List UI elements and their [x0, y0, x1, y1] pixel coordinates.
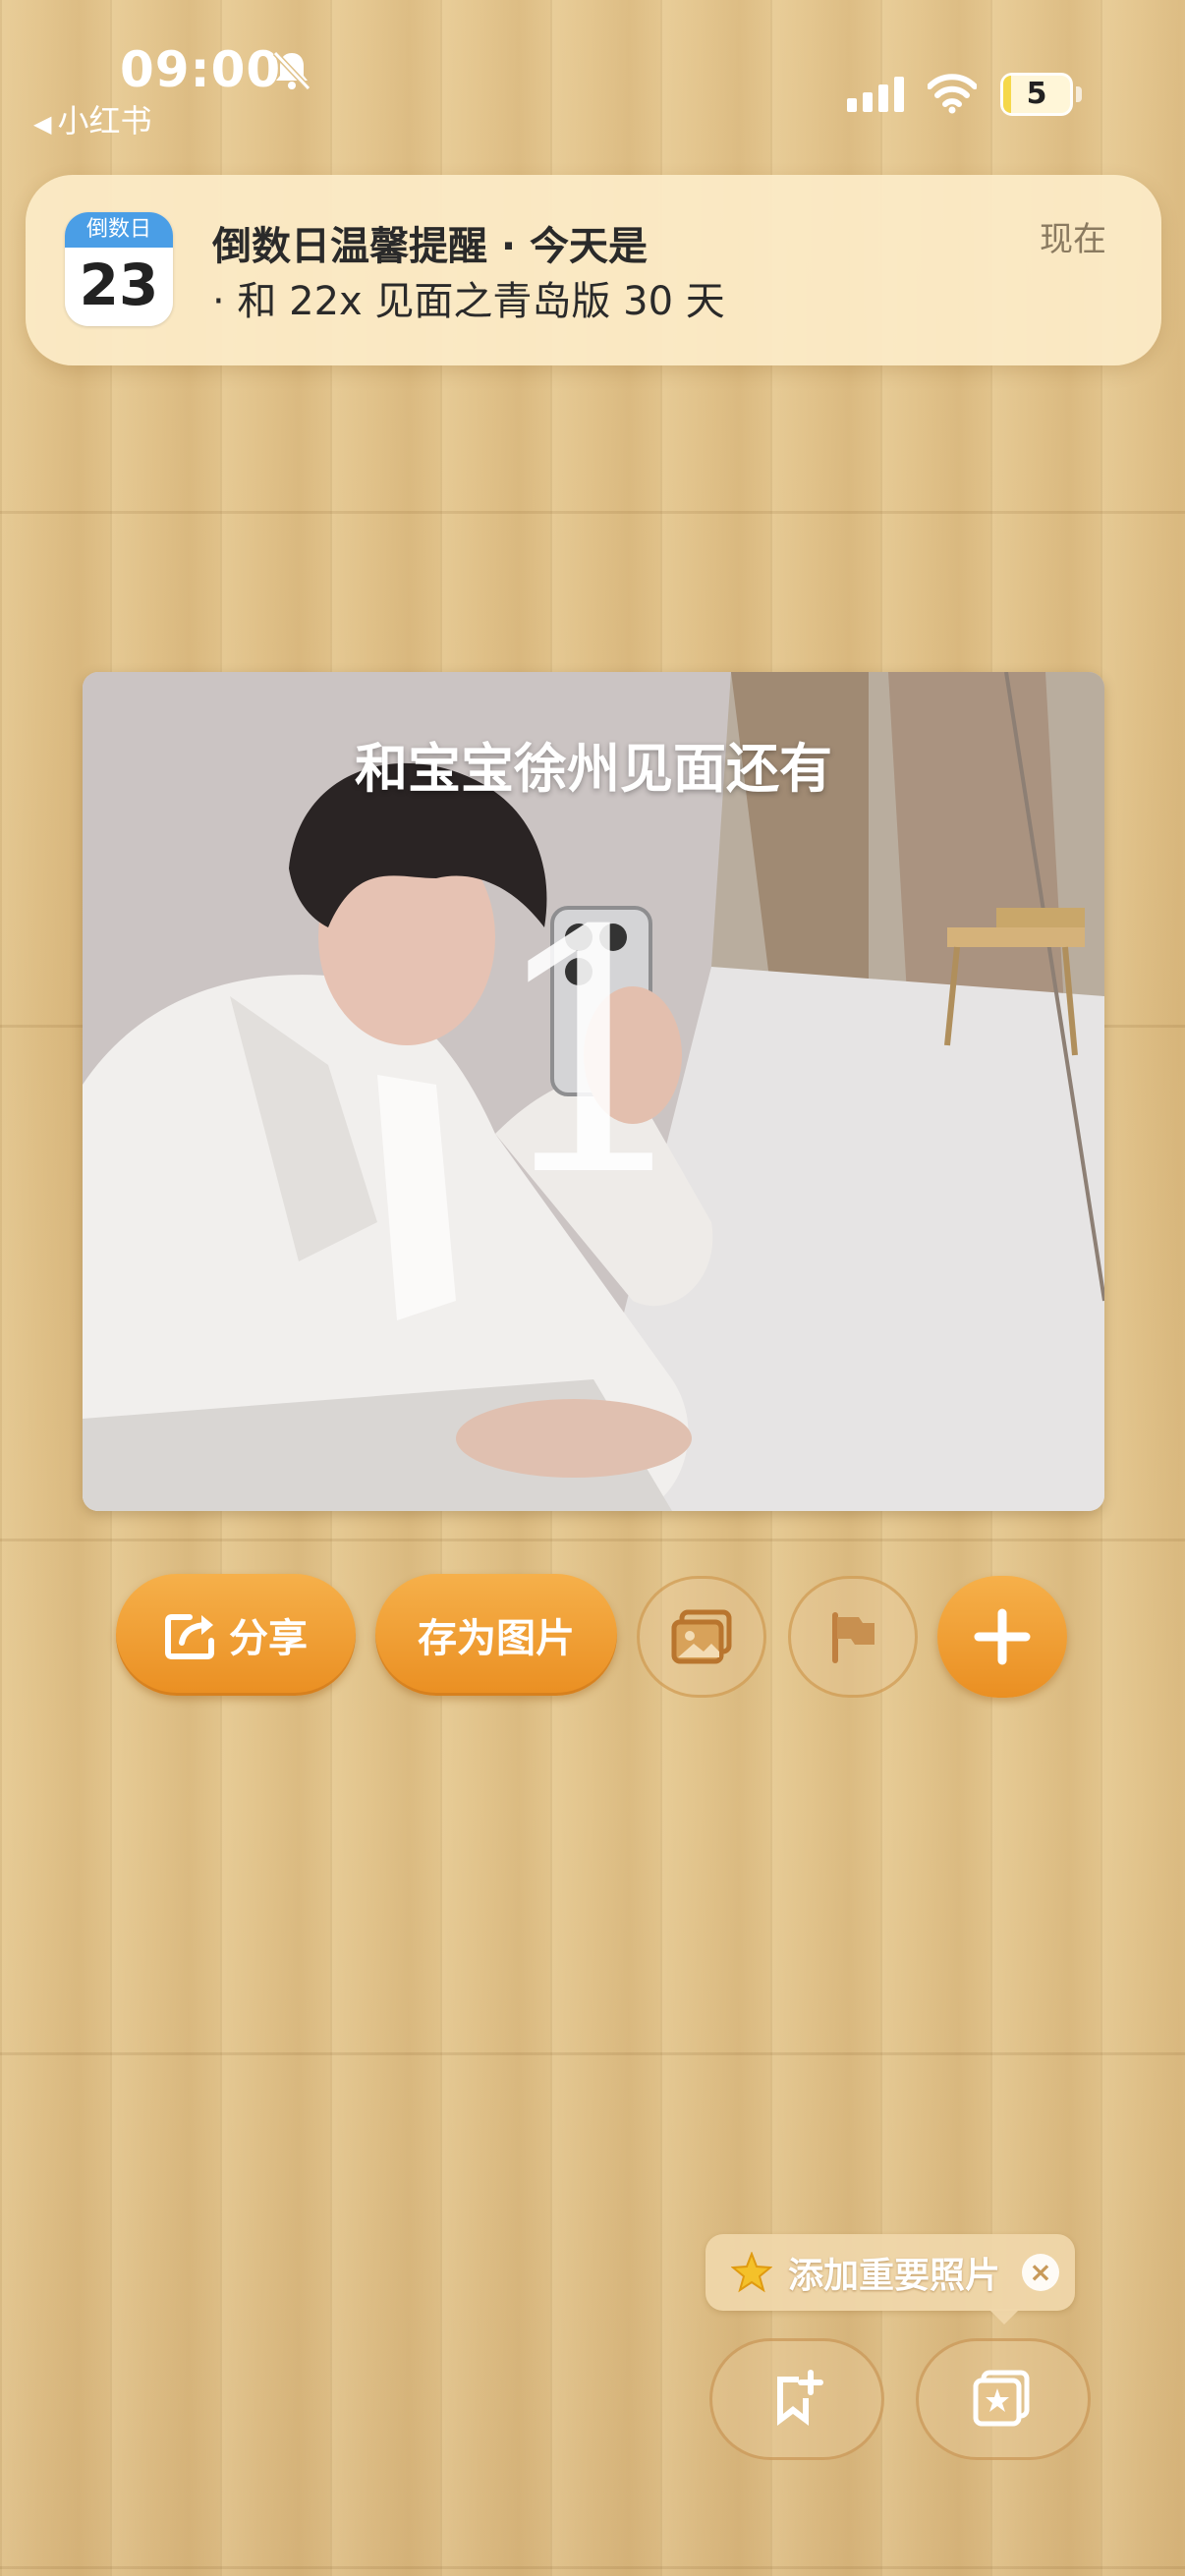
countdown-photo-card[interactable]: 和宝宝徐州见面还有 1 [83, 672, 1104, 1511]
starred-photos-button[interactable] [916, 2338, 1091, 2460]
star-icon [731, 2252, 772, 2293]
back-to-app-link[interactable]: ◀ 小红书 [33, 96, 151, 141]
status-time: 09:00 [120, 41, 282, 98]
signal-icon [847, 77, 904, 112]
wifi-icon [928, 74, 977, 114]
share-icon [165, 1614, 214, 1659]
share-label: 分享 [229, 1616, 308, 1661]
flag-icon [832, 1612, 875, 1663]
photo-caption: 和宝宝徐州见面还有 [355, 738, 832, 800]
add-bookmark-icon [777, 2370, 823, 2426]
battery-icon: 5 [1000, 73, 1073, 116]
back-app-label: 小红书 [57, 102, 152, 140]
plus-icon [974, 1608, 1031, 1665]
close-icon[interactable]: × [1022, 2254, 1059, 2291]
days-remaining-number: 1 [486, 861, 701, 1250]
add-important-photo-tip[interactable]: 添加重要照片 × [705, 2234, 1075, 2311]
save-image-label: 存为图片 [418, 1616, 575, 1661]
tooltip-arrow [988, 2309, 1020, 2324]
notification-title: 倒数日温馨提醒 · 今天是 [212, 224, 649, 269]
add-button[interactable] [937, 1576, 1067, 1698]
flag-button[interactable] [788, 1576, 918, 1698]
app-icon-label: 倒数日 [65, 212, 173, 248]
add-bookmark-button[interactable] [709, 2338, 884, 2460]
share-button[interactable]: 分享 [116, 1574, 356, 1696]
photo-icon [671, 1609, 732, 1664]
tip-label: 添加重要照片 [788, 2256, 1001, 2296]
starred-photos-icon [973, 2370, 1030, 2427]
battery-tip [1076, 86, 1082, 102]
app-icon-day: 23 [79, 252, 159, 318]
back-triangle-icon: ◀ [33, 110, 52, 138]
save-image-button[interactable]: 存为图片 [375, 1574, 617, 1696]
notification-banner[interactable]: 倒数日 23 倒数日温馨提醒 · 今天是 · 和 22x 见面之青岛版 30 天… [26, 175, 1161, 365]
change-photo-button[interactable] [637, 1576, 766, 1698]
bell-off-icon [272, 50, 311, 91]
notification-body: · 和 22x 见面之青岛版 30 天 [212, 279, 725, 324]
countdown-app-icon: 倒数日 23 [65, 212, 173, 326]
notification-time: 现在 [1040, 220, 1106, 259]
battery-level: 5 [1026, 77, 1047, 111]
